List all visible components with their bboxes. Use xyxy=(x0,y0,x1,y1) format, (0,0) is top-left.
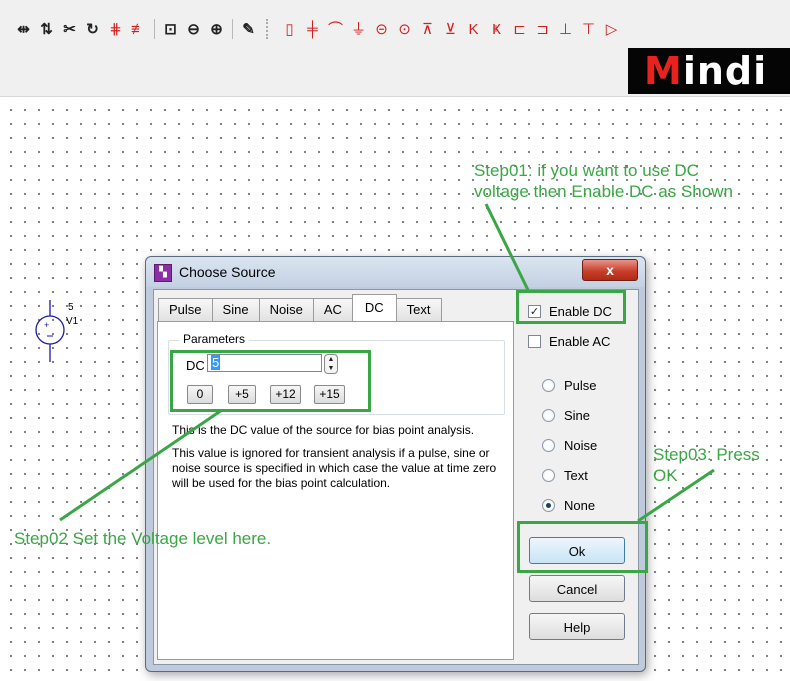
dialog-client-area: Pulse Sine Noise AC DC Text Parameters D… xyxy=(153,289,639,665)
radio-circle[interactable] xyxy=(542,408,555,422)
tab-noise[interactable]: Noise xyxy=(258,298,314,321)
close-icon: x xyxy=(606,262,614,278)
tab-pulse[interactable]: Pulse xyxy=(158,298,213,321)
highlight-enable-dc xyxy=(516,290,626,324)
toolbar-separator xyxy=(154,19,155,39)
app-icon: ▚ xyxy=(154,264,172,282)
source-tabs: Pulse Sine Noise AC DC Text xyxy=(158,294,442,321)
nmos-icon[interactable]: ⊏ xyxy=(508,17,531,41)
radio-pulse-label: Pulse xyxy=(564,377,597,393)
rotate-icon[interactable]: ↻ xyxy=(81,17,104,41)
resistor-icon[interactable]: ▯ xyxy=(278,17,301,41)
radio-pulse[interactable]: Pulse xyxy=(542,376,597,394)
tab-sine[interactable]: Sine xyxy=(211,298,260,321)
radio-text-label: Text xyxy=(564,467,588,483)
flip-horizontal-icon[interactable]: ⇹ xyxy=(12,17,35,41)
svg-text:+: + xyxy=(44,320,49,330)
dialog-titlebar[interactable]: ▚ Choose Source x xyxy=(146,257,645,287)
toolbar-separator xyxy=(232,19,233,39)
parameters-legend: Parameters xyxy=(179,332,250,346)
radio-none[interactable]: None xyxy=(542,496,595,514)
dialog-title: Choose Source xyxy=(179,264,276,280)
toolbar-grip[interactable] xyxy=(266,19,272,39)
pjfet-icon[interactable]: ⊤ xyxy=(577,17,600,41)
voltage-source-icon[interactable]: ⊝ xyxy=(370,17,393,41)
tab-ac[interactable]: AC xyxy=(312,298,353,321)
ground-icon[interactable]: ⏚ xyxy=(347,17,370,41)
dc-note: This value is ignored for transient anal… xyxy=(172,446,497,490)
brand-logo: Mindi xyxy=(628,48,790,94)
source-options-pane: ✓ Enable DC Enable AC Pulse Sine Noise T… xyxy=(514,290,636,662)
tab-text[interactable]: Text xyxy=(395,298,442,321)
zoom-area-icon[interactable]: ⊡ xyxy=(159,17,182,41)
highlight-dc-parameters xyxy=(170,350,371,412)
radio-noise-label: Noise xyxy=(564,437,598,453)
checkbox-box[interactable] xyxy=(528,334,541,348)
toolbar: ⇹ ⇅ ✂ ↻ ⋕ ≢ ⊡ ⊖ ⊕ ✎ ▯ ╪ ⌒ ⏚ ⊝ ⊙ ⊼ ⊻ K Ҝ … xyxy=(0,0,790,97)
cancel-button[interactable]: Cancel xyxy=(529,575,625,602)
tab-dc[interactable]: DC xyxy=(351,294,397,321)
highlight-ok-button xyxy=(517,521,648,573)
step03-annotation-line2: OK xyxy=(653,466,678,485)
flip-vertical-icon[interactable]: ⇅ xyxy=(35,17,58,41)
radio-circle[interactable] xyxy=(542,378,555,392)
enable-ac-checkbox[interactable]: Enable AC xyxy=(528,332,610,350)
radio-circle[interactable] xyxy=(542,468,555,482)
bus-entry-icon[interactable]: ≢ xyxy=(127,17,150,41)
dc-description: This is the DC value of the source for b… xyxy=(172,423,475,437)
npn-transistor-icon[interactable]: K xyxy=(462,17,485,41)
enable-ac-label: Enable AC xyxy=(549,333,611,349)
radio-text[interactable]: Text xyxy=(542,466,588,484)
pencil-icon[interactable]: ✎ xyxy=(237,17,260,41)
help-button[interactable]: Help xyxy=(529,613,625,640)
brand-logo-rest: indi xyxy=(682,49,768,93)
pnp-transistor-icon[interactable]: Ҝ xyxy=(485,17,508,41)
radio-dot xyxy=(546,502,551,508)
zener-icon[interactable]: ⊻ xyxy=(439,17,462,41)
zoom-out-icon[interactable]: ⊖ xyxy=(182,17,205,41)
close-button[interactable]: x xyxy=(582,259,638,281)
opamp-icon[interactable]: ▷ xyxy=(600,17,623,41)
step01-annotation-line1: Step01: if you want to use DC xyxy=(474,161,699,180)
radio-noise[interactable]: Noise xyxy=(542,436,597,454)
radio-sine-label: Sine xyxy=(564,407,591,423)
pmos-icon[interactable]: ⊐ xyxy=(531,17,554,41)
step03-annotation-line1: Step03: Press xyxy=(653,445,760,464)
bus-icon[interactable]: ⋕ xyxy=(104,17,127,41)
radio-circle-selected[interactable] xyxy=(542,498,555,512)
inductor-icon[interactable]: ⌒ xyxy=(324,17,347,41)
radio-sine[interactable]: Sine xyxy=(542,406,590,424)
zoom-in-icon[interactable]: ⊕ xyxy=(205,17,228,41)
cut-icon[interactable]: ✂ xyxy=(58,17,81,41)
capacitor-icon[interactable]: ╪ xyxy=(301,17,324,41)
brand-logo-first-letter: M xyxy=(644,49,683,93)
diode-icon[interactable]: ⊼ xyxy=(416,17,439,41)
component-value: 5 xyxy=(68,302,74,313)
radio-none-label: None xyxy=(564,497,596,513)
toolbar-buttons: ⇹ ⇅ ✂ ↻ ⋕ ≢ ⊡ ⊖ ⊕ ✎ ▯ ╪ ⌒ ⏚ ⊝ ⊙ ⊼ ⊻ K Ҝ … xyxy=(12,16,623,42)
current-source-icon[interactable]: ⊙ xyxy=(393,17,416,41)
step02-annotation: Step02 Set the Voltage level here. xyxy=(14,529,272,548)
step01-annotation-line2: voltage then Enable DC as Shown xyxy=(474,182,733,201)
njfet-icon[interactable]: ⊥ xyxy=(554,17,577,41)
component-ref: V1 xyxy=(66,316,79,327)
radio-circle[interactable] xyxy=(542,438,555,452)
